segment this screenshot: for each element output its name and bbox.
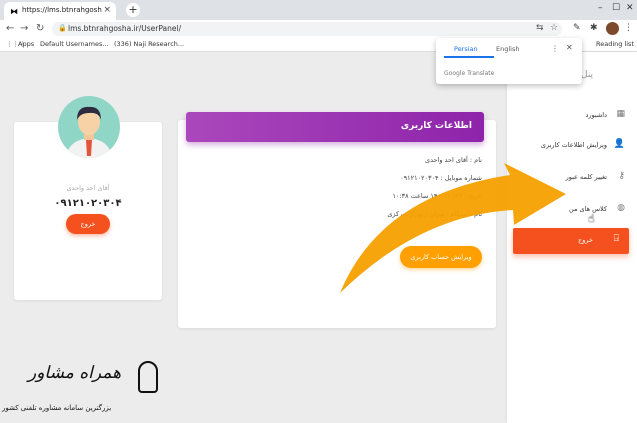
watermark: همراه مشاور بزرگترین سامانه مشاوره تلفنی…: [0, 357, 200, 423]
watermark-brand: همراه مشاور: [28, 363, 122, 383]
watermark-logo-icon: [138, 361, 158, 393]
screen: ⧓ https://lms.btnrahgosha.ir/UserPanel/ …: [0, 0, 637, 423]
mouse-cursor-icon: ☝: [588, 212, 595, 225]
watermark-tagline: بزرگترین سامانه مشاوره تلفنی کشور: [2, 404, 112, 412]
